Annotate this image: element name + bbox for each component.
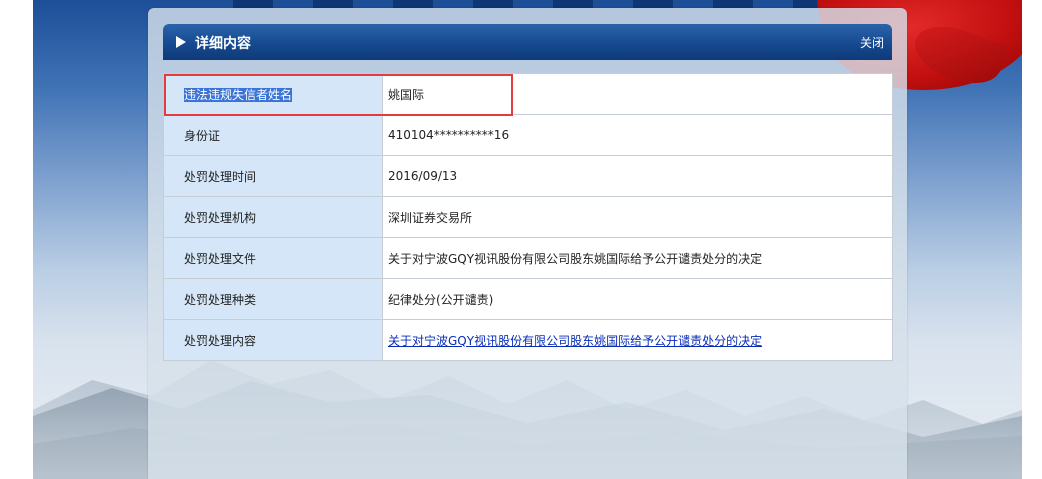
row-value: 410104**********16 (388, 128, 510, 142)
detail-table: 违法违规失信者姓名 姚国际 身份证 410104**********16 处罚处… (163, 73, 893, 361)
table-row: 处罚处理时间 2016/09/13 (163, 155, 893, 197)
document-link[interactable]: 关于对宁波GQY视讯股份有限公司股东姚国际给予公开谴责处分的决定 (388, 334, 762, 348)
row-value-cell: 姚国际 (382, 73, 893, 115)
row-value: 姚国际 (388, 87, 425, 102)
row-value-cell: 深圳证券交易所 (382, 196, 893, 238)
table-row: 处罚处理文件 关于对宁波GQY视讯股份有限公司股东姚国际给予公开谴责处分的决定 (163, 237, 893, 279)
close-button[interactable]: 关闭 (860, 34, 884, 51)
table-row: 身份证 410104**********16 (163, 114, 893, 156)
table-row: 违法违规失信者姓名 姚国际 (163, 73, 893, 115)
row-label: 处罚处理机构 (184, 210, 257, 225)
arrow-right-icon (176, 36, 186, 48)
banner-decoration (233, 0, 833, 8)
row-value-cell: 关于对宁波GQY视讯股份有限公司股东姚国际给予公开谴责处分的决定 (382, 319, 893, 361)
table-row: 处罚处理内容 关于对宁波GQY视讯股份有限公司股东姚国际给予公开谴责处分的决定 (163, 319, 893, 361)
row-value: 深圳证券交易所 (388, 210, 473, 225)
row-value-cell: 410104**********16 (382, 114, 893, 156)
row-value: 关于对宁波GQY视讯股份有限公司股东姚国际给予公开谴责处分的决定 (388, 251, 763, 266)
table-row: 处罚处理机构 深圳证券交易所 (163, 196, 893, 238)
row-label-cell: 处罚处理内容 (163, 319, 383, 361)
table-row: 处罚处理种类 纪律处分(公开谴责) (163, 278, 893, 320)
dialog-title: 详细内容 (195, 36, 251, 52)
row-label: 处罚处理文件 (184, 251, 257, 266)
row-label-cell: 处罚处理机构 (163, 196, 383, 238)
row-value: 纪律处分(公开谴责) (388, 292, 494, 307)
row-value-cell: 纪律处分(公开谴责) (382, 278, 893, 320)
row-value: 2016/09/13 (388, 169, 458, 183)
row-label: 处罚处理内容 (184, 333, 257, 348)
row-label-cell: 处罚处理文件 (163, 237, 383, 279)
row-value-cell: 关于对宁波GQY视讯股份有限公司股东姚国际给予公开谴责处分的决定 (382, 237, 893, 279)
dialog-title-bar: 详细内容 关闭 (163, 24, 892, 60)
row-value-cell: 2016/09/13 (382, 155, 893, 197)
row-label-cell: 身份证 (163, 114, 383, 156)
row-label: 身份证 (184, 128, 221, 143)
row-label-cell: 处罚处理种类 (163, 278, 383, 320)
row-label: 处罚处理时间 (184, 169, 257, 184)
row-label: 处罚处理种类 (184, 292, 257, 307)
row-label-cell: 处罚处理时间 (163, 155, 383, 197)
row-label-cell: 违法违规失信者姓名 (163, 73, 383, 115)
row-label: 违法违规失信者姓名 (184, 87, 293, 102)
